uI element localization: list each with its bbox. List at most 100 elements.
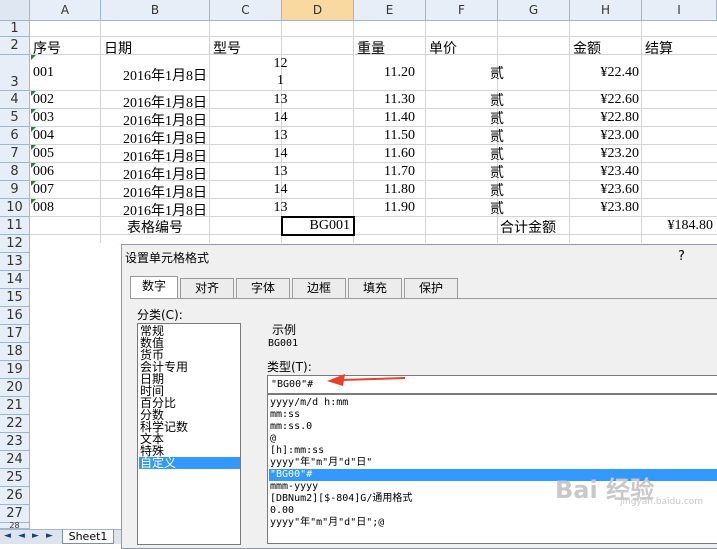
format-item[interactable]: mm:ss.0 — [270, 421, 312, 433]
cell-b6[interactable]: 2016年1月8日 — [101, 128, 207, 148]
format-item[interactable]: [DBNum2][$-804]G/通用格式 — [270, 493, 412, 505]
column-header-e[interactable]: E — [354, 0, 426, 21]
cell-e2[interactable]: 重量 — [357, 38, 385, 58]
column-header-g[interactable]: G — [498, 0, 570, 21]
cell-c7[interactable]: 14 — [210, 146, 351, 162]
row-header-1[interactable]: 1 — [0, 21, 30, 37]
format-item[interactable]: yyyy"年"m"月"d"日" — [270, 457, 372, 469]
cell-e4[interactable]: 11.30 — [354, 92, 415, 108]
cell-b4[interactable]: 2016年1月8日 — [101, 92, 207, 112]
cell-i11[interactable]: ¥184.80 — [642, 218, 714, 234]
format-item[interactable]: mmm-yyyy — [270, 481, 318, 493]
cell-e9[interactable]: 11.80 — [354, 182, 415, 198]
cell-e10[interactable]: 11.90 — [354, 200, 415, 216]
cell-i2[interactable]: 结算 — [645, 38, 673, 58]
cell-c2[interactable]: 型号 — [213, 38, 241, 58]
cell-f8[interactable]: 贰 — [426, 162, 568, 182]
row-header-24[interactable]: 24 — [0, 451, 30, 469]
cell-a7[interactable]: 005 — [33, 146, 54, 162]
format-item[interactable]: [h]:mm:ss — [270, 445, 324, 457]
cell-f3[interactable]: 贰 — [426, 63, 568, 83]
cell-c3-line1[interactable]: 12 — [210, 56, 351, 72]
format-code-list[interactable]: yyyy/m/d h:mm mm:ss mm:ss.0 @ [h]:mm:ss … — [267, 394, 717, 544]
cell-c9[interactable]: 14 — [210, 182, 351, 198]
format-item[interactable]: 0.00 — [270, 505, 294, 517]
cell-h4[interactable]: ¥22.60 — [570, 92, 640, 108]
row-header-6[interactable]: 6 — [0, 127, 30, 145]
cell-h10[interactable]: ¥23.80 — [570, 200, 640, 216]
cell-h7[interactable]: ¥23.20 — [570, 146, 640, 162]
cell-h5[interactable]: ¥22.80 — [570, 110, 640, 126]
cell-f10[interactable]: 贰 — [426, 198, 568, 218]
row-header-12[interactable]: 12 — [0, 235, 30, 253]
row-header-17[interactable]: 17 — [0, 325, 30, 343]
column-header-d[interactable]: D — [282, 0, 354, 21]
category-list[interactable]: 常规 数值 货币 会计专用 日期 时间 百分比 分数 科学记数 文本 特殊 自定… — [137, 323, 241, 545]
tab-number[interactable]: 数字 — [130, 276, 178, 299]
cell-a5[interactable]: 003 — [33, 110, 54, 126]
row-header-16[interactable]: 16 — [0, 307, 30, 325]
cell-h2[interactable]: 金额 — [573, 38, 601, 58]
tab-alignment[interactable]: 对齐 — [180, 278, 234, 298]
next-sheet-icon[interactable]: ► — [32, 531, 39, 541]
tab-border[interactable]: 边框 — [292, 278, 346, 298]
cell-b3[interactable]: 2016年1月8日 — [101, 65, 207, 85]
prev-sheet-icon[interactable]: ◄ — [18, 531, 25, 541]
cell-b9[interactable]: 2016年1月8日 — [101, 182, 207, 202]
cell-b2[interactable]: 日期 — [104, 38, 132, 58]
cell-a6[interactable]: 004 — [33, 128, 54, 144]
row-header-15[interactable]: 15 — [0, 289, 30, 307]
cell-c8[interactable]: 13 — [210, 164, 351, 180]
column-header-f[interactable]: F — [426, 0, 498, 21]
cell-a3[interactable]: 001 — [33, 65, 54, 81]
cell-e6[interactable]: 11.50 — [354, 128, 415, 144]
cell-a4[interactable]: 002 — [33, 92, 54, 108]
row-header-14[interactable]: 14 — [0, 271, 30, 289]
row-header-5[interactable]: 5 — [0, 109, 30, 127]
help-button[interactable]: ? — [678, 249, 685, 264]
row-header-8[interactable]: 8 — [0, 163, 30, 181]
column-header-b[interactable]: B — [101, 0, 210, 21]
column-header-a[interactable]: A — [30, 0, 101, 21]
select-all-corner[interactable] — [0, 0, 30, 21]
cell-f2[interactable]: 单价 — [429, 38, 457, 58]
row-header-18[interactable]: 18 — [0, 343, 30, 361]
cell-c4[interactable]: 13 — [210, 92, 351, 108]
cell-b8[interactable]: 2016年1月8日 — [101, 164, 207, 184]
last-sheet-icon[interactable]: ► — [46, 531, 53, 541]
tab-fill[interactable]: 填充 — [348, 278, 402, 298]
row-header-2[interactable]: 2 — [0, 37, 30, 55]
cell-c6[interactable]: 13 — [210, 128, 351, 144]
row-header-10[interactable]: 10 — [0, 199, 30, 217]
row-header-3[interactable]: 3 — [0, 55, 30, 91]
tab-protection[interactable]: 保护 — [404, 278, 458, 298]
column-header-c[interactable]: C — [210, 0, 282, 21]
cell-f6[interactable]: 贰 — [426, 126, 568, 146]
format-item[interactable]: mm:ss — [270, 409, 300, 421]
row-header-4[interactable]: 4 — [0, 91, 30, 109]
cell-a8[interactable]: 006 — [33, 164, 54, 180]
cell-h8[interactable]: ¥23.40 — [570, 164, 640, 180]
cell-f4[interactable]: 贰 — [426, 90, 568, 110]
row-header-7[interactable]: 7 — [0, 145, 30, 163]
cell-a2[interactable]: 序号 — [33, 38, 61, 58]
cell-a10[interactable]: 008 — [33, 200, 54, 216]
cell-e7[interactable]: 11.60 — [354, 146, 415, 162]
first-sheet-icon[interactable]: ◄ — [4, 531, 11, 541]
cell-d11[interactable]: BG001 — [284, 218, 350, 234]
row-header-20[interactable]: 20 — [0, 379, 30, 397]
row-header-13[interactable]: 13 — [0, 253, 30, 271]
cell-f5[interactable]: 贰 — [426, 108, 568, 128]
row-header-23[interactable]: 23 — [0, 433, 30, 451]
sheet-tab-sheet1[interactable]: Sheet1 — [62, 530, 114, 544]
row-header-26[interactable]: 26 — [0, 487, 30, 505]
column-header-h[interactable]: H — [570, 0, 642, 21]
cell-h3[interactable]: ¥22.40 — [570, 65, 640, 81]
cell-f9[interactable]: 贰 — [426, 180, 568, 200]
row-header-21[interactable]: 21 — [0, 397, 30, 415]
row-header-11[interactable]: 11 — [0, 217, 30, 235]
cell-h9[interactable]: ¥23.60 — [570, 182, 640, 198]
format-item[interactable]: yyyy"年"m"月"d"日";@ — [270, 517, 384, 529]
cell-c10[interactable]: 13 — [210, 200, 351, 216]
tab-font[interactable]: 字体 — [236, 278, 290, 298]
